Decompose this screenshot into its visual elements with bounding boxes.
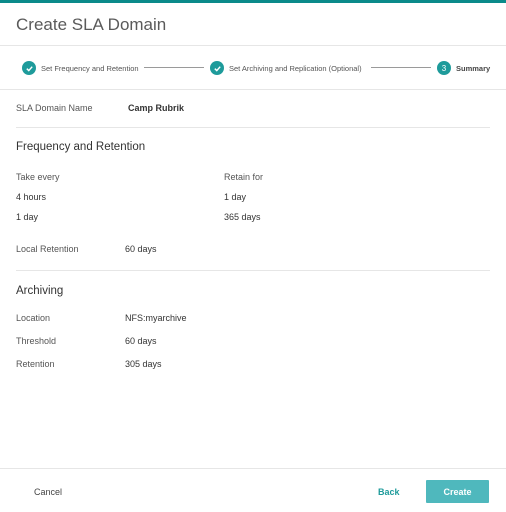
sla-name-label: SLA Domain Name [16, 103, 93, 113]
section-divider [16, 270, 490, 271]
take-every-value: 1 day [16, 212, 39, 222]
take-every-header: Take every [16, 172, 60, 182]
threshold-value: 60 days [125, 336, 157, 346]
back-button[interactable]: Back [378, 487, 400, 497]
footer-divider [0, 468, 506, 469]
retain-for-value: 1 day [224, 192, 247, 202]
retain-for-header: Retain for [224, 172, 264, 182]
local-retention-label: Local Retention [16, 244, 79, 254]
top-accent-bar [0, 0, 506, 3]
retain-for-value: 365 days [224, 212, 261, 222]
sla-name-value: Camp Rubrik [128, 103, 185, 113]
wizard-step-label: Summary [456, 63, 491, 73]
local-retention-value: 60 days [125, 244, 157, 254]
step-connector [144, 67, 204, 68]
checkmark-icon [210, 61, 224, 75]
take-every-value: 4 hours [16, 192, 47, 202]
wizard-step-label: Set Frequency and Retention [41, 63, 139, 73]
location-value: NFS:myarchive [125, 313, 187, 323]
wizard-steps: Set Frequency and Retention Set Archivin… [22, 60, 492, 76]
retention-label: Retention [16, 359, 55, 369]
step-connector [371, 67, 431, 68]
archiving-section-title: Archiving [16, 285, 64, 297]
header-divider [0, 45, 506, 46]
location-label: Location [16, 313, 51, 323]
checkmark-icon [22, 61, 36, 75]
wizard-step-label: Set Archiving and Replication (Optional) [229, 63, 362, 73]
cancel-button[interactable]: Cancel [34, 487, 62, 497]
wizard-step-summary[interactable]: 3 Summary [437, 60, 490, 76]
create-button[interactable]: Create [426, 480, 489, 503]
wizard-step-frequency[interactable]: Set Frequency and Retention [22, 60, 139, 76]
wizard-divider [0, 89, 506, 90]
frequency-section-title: Frequency and Retention [16, 141, 146, 153]
retention-value: 305 days [125, 359, 162, 369]
threshold-label: Threshold [16, 336, 57, 346]
step-number-badge: 3 [437, 61, 451, 75]
section-divider [16, 127, 490, 128]
dialog-title: Create SLA Domain [16, 15, 167, 34]
wizard-step-archiving[interactable]: Set Archiving and Replication (Optional) [210, 60, 362, 76]
